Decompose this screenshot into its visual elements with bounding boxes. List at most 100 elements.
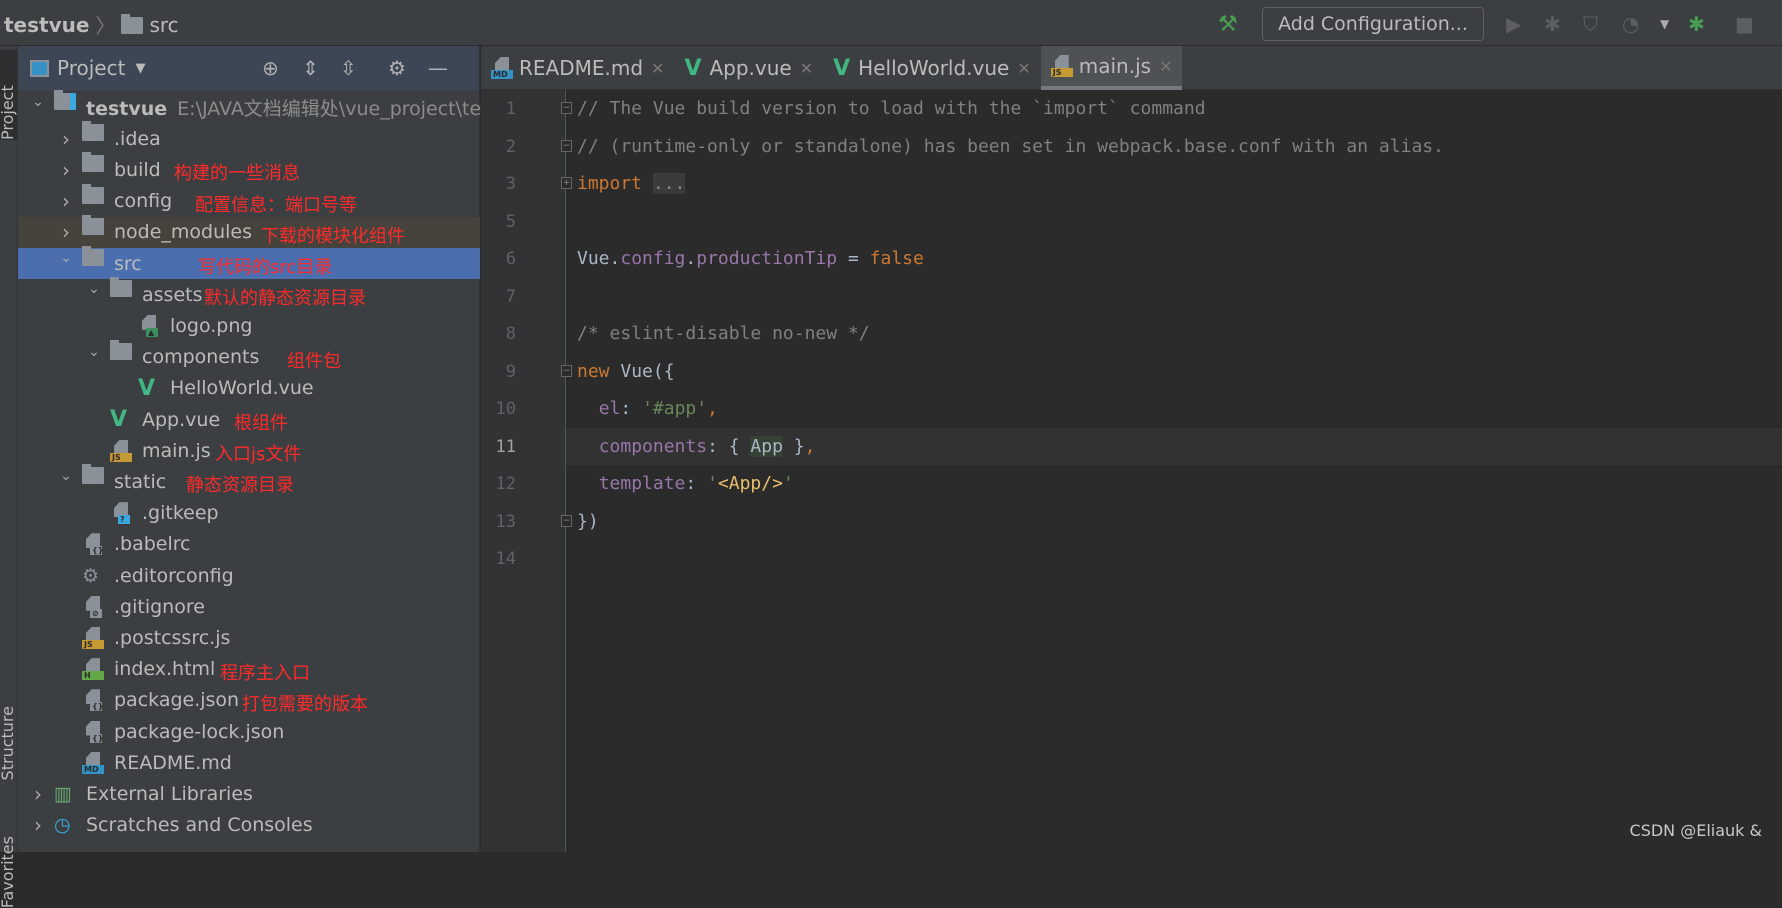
chevron-down-icon[interactable]: ⌄ [86, 281, 102, 297]
fold-expand-icon[interactable]: + [561, 177, 572, 189]
minimize-icon[interactable]: — [428, 56, 448, 80]
tree-item[interactable]: MD README.md [18, 747, 480, 778]
code-token: Vue [577, 248, 610, 269]
tree-item[interactable]: ▲ logo.png [18, 310, 480, 341]
tree-item[interactable]: ⌄ testvue E:\JAVA文档编辑处\vue_project\te [18, 90, 481, 123]
annotation-note: 打包需要的版本 [242, 693, 368, 715]
json-file-icon: {} [82, 689, 103, 712]
chevron-right-icon[interactable]: › [30, 782, 46, 806]
add-configuration-button[interactable]: Add Configuration... [1262, 7, 1484, 41]
annotation-note: 默认的静态资源目录 [204, 288, 366, 310]
code-token: '#app' [642, 398, 708, 419]
tree-item[interactable]: JS .postcssrc.js [18, 622, 480, 653]
tree-item-label: README.md [114, 751, 232, 774]
chevron-down-icon[interactable]: ⌄ [58, 468, 74, 484]
tree-item-label: config [114, 190, 173, 213]
js-file-icon: JS [82, 626, 104, 649]
code-token: }) [577, 510, 599, 532]
tree-item[interactable]: ⌄ components [18, 339, 480, 373]
run-dropdown-icon[interactable]: ▼ [1660, 17, 1669, 31]
tree-item[interactable]: ? .gitkeep [18, 498, 480, 529]
expand-all-icon[interactable]: ⇕ [302, 56, 319, 80]
breadcrumb-project[interactable]: testvue [4, 13, 89, 37]
chevron-down-icon[interactable]: ▼ [135, 61, 145, 76]
code-token: . [609, 248, 621, 269]
tab-label: HelloWorld.vue [858, 56, 1010, 80]
code-token: . [685, 248, 697, 269]
tree-item-label: .editorconfig [114, 564, 234, 587]
chevron-down-icon[interactable]: ⌄ [86, 344, 102, 360]
md-file-icon: MD [491, 57, 513, 79]
vue-file-icon: V [833, 55, 851, 81]
line-number: 11 [495, 436, 516, 457]
tree-item[interactable]: › ◷ Scratches and Consoles [18, 810, 480, 841]
profile-icon[interactable]: ◔ [1622, 12, 1639, 36]
debug-icon[interactable]: ✱ [1544, 12, 1561, 36]
annotation-note: 构建的一些消息 [174, 163, 300, 185]
project-view-selector[interactable]: Project [57, 56, 125, 80]
code-line: /* eslint-disable no-new */ [577, 315, 870, 352]
chevron-right-icon[interactable]: › [30, 813, 46, 837]
stop-icon[interactable]: ■ [1735, 12, 1754, 36]
tree-item[interactable]: › .idea [18, 121, 480, 154]
chevron-down-icon[interactable]: ⌄ [30, 94, 46, 110]
tab-app-vue[interactable]: V App.vue ✕ [674, 46, 823, 90]
collapse-all-icon[interactable]: ⇳ [340, 56, 357, 80]
code-token: import [577, 173, 643, 194]
tree-item[interactable]: › ▥ External Libraries [18, 778, 480, 809]
project-tool-tab[interactable]: Project [0, 50, 17, 140]
fold-collapse-icon[interactable]: − [561, 364, 572, 377]
line-number: 8 [505, 324, 516, 344]
folder-icon [82, 214, 104, 235]
breadcrumb-separator-icon: 〉 [95, 14, 116, 38]
code-token: : [685, 473, 708, 494]
code-token: ' [782, 473, 794, 494]
chevron-right-icon[interactable]: › [58, 127, 74, 151]
tab-helloworld-vue[interactable]: V HelloWorld.vue ✕ [823, 46, 1041, 90]
locate-icon[interactable]: ⊕ [262, 56, 279, 80]
tree-item-label: HelloWorld.vue [170, 377, 314, 400]
close-icon[interactable]: ✕ [1017, 59, 1030, 78]
tree-item[interactable]: ⚙ .editorconfig [18, 560, 480, 591]
fold-collapse-icon[interactable]: − [561, 139, 572, 152]
chevron-right-icon[interactable]: › [58, 220, 74, 244]
tree-item[interactable]: {} package-lock.json [18, 716, 480, 747]
breadcrumb-src[interactable]: src [149, 13, 178, 37]
scratch-clock-icon: ◷ [54, 814, 71, 837]
chevron-right-icon[interactable]: › [58, 189, 74, 213]
tree-item[interactable]: › node_modules [18, 214, 480, 248]
favorites-tool-tab[interactable]: Favorites [0, 836, 17, 908]
build-hammer-icon[interactable]: ⚒ [1218, 12, 1238, 37]
run-icon[interactable]: ▶ [1506, 12, 1521, 36]
coverage-icon[interactable]: ⛉ [1583, 12, 1598, 36]
folder-icon [82, 121, 104, 142]
tree-item[interactable]: V HelloWorld.vue [18, 373, 480, 404]
code-line: Vue.config.productionTip = false [577, 240, 924, 277]
structure-tool-tab[interactable]: Structure [0, 706, 17, 780]
close-icon[interactable]: ✕ [800, 59, 813, 78]
tree-item[interactable]: {} .babelrc [18, 529, 480, 560]
editor-tabs: MD README.md ✕ V App.vue ✕ V HelloWorld.vue ✕ JS m… [481, 46, 1782, 90]
folder-icon [82, 464, 104, 485]
tab-label: main.js [1078, 54, 1152, 78]
chevron-right-icon[interactable]: › [58, 158, 74, 182]
line-number: 14 [495, 549, 516, 569]
close-icon[interactable]: ✕ [1159, 57, 1172, 76]
tab-readme-md[interactable]: MD README.md ✕ [481, 46, 674, 90]
code-token: ' [707, 473, 718, 494]
folder-icon [82, 183, 104, 204]
attach-debugger-icon[interactable]: ✱ [1688, 12, 1705, 36]
breadcrumb: testvue 〉 src [4, 10, 179, 39]
gear-icon[interactable]: ⚙ [388, 56, 406, 80]
close-icon[interactable]: ✕ [651, 59, 664, 78]
navigation-bar: testvue 〉 src ⚒ Add Configuration... ▶ ✱… [0, 0, 1782, 46]
tree-item[interactable]: ⊘ .gitignore [18, 591, 480, 622]
annotation-note: 静态资源目录 [186, 475, 294, 497]
fold-collapse-icon[interactable]: − [561, 514, 572, 527]
chevron-down-icon[interactable]: ⌄ [58, 250, 74, 266]
fold-collapse-icon[interactable]: − [561, 102, 572, 114]
tab-main-js[interactable]: JS main.js ✕ [1040, 46, 1183, 90]
